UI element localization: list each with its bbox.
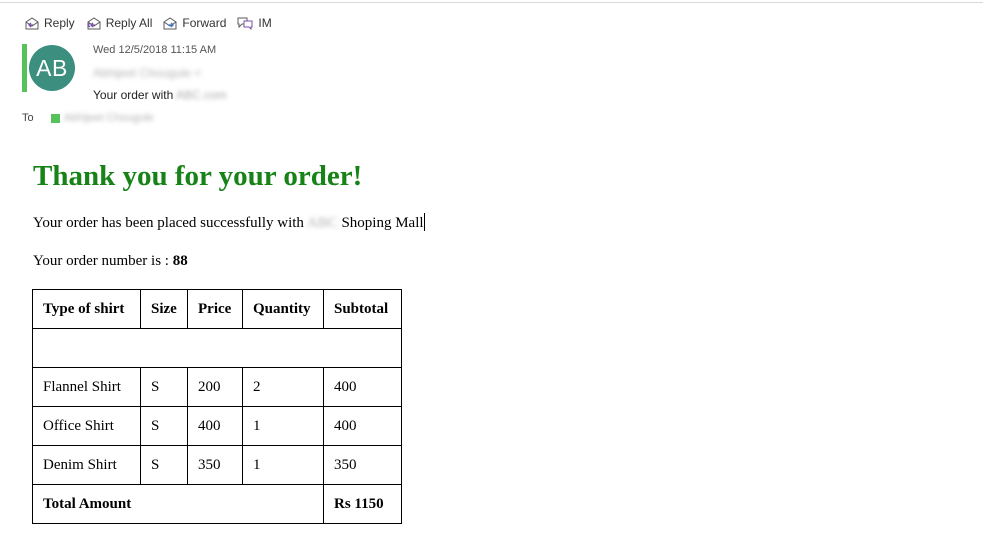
reply-all-label: Reply All <box>105 16 153 30</box>
table-cell: 2 <box>242 367 324 407</box>
reply-all-button[interactable]: Reply All <box>85 15 153 31</box>
recipient-row: To Abhijeet Chougule <box>22 112 154 124</box>
column-header: Subtotal <box>323 289 402 329</box>
column-header: Type of shirt <box>32 289 141 329</box>
sent-date: Wed 12/5/2018 11:15 AM <box>93 44 217 56</box>
table-cell: Office Shirt <box>32 406 141 446</box>
table-cell: 400 <box>323 406 402 446</box>
total-value: Rs 1150 <box>323 484 402 524</box>
table-cell: 350 <box>187 445 243 485</box>
forward-label: Forward <box>182 16 227 30</box>
store-name-redacted: ABC <box>306 215 338 231</box>
top-divider <box>0 2 983 3</box>
forward-icon <box>163 17 177 30</box>
table-cell: S <box>140 445 188 485</box>
table-cell: 1 <box>242 406 324 446</box>
im-label: IM <box>258 16 272 30</box>
table-cell: 350 <box>323 445 402 485</box>
store-suffix: Shoping Mall <box>341 215 424 231</box>
avatar-initials: AB <box>36 54 68 81</box>
thank-you-heading: Thank you for your order! <box>33 160 363 192</box>
column-header: Quantity <box>242 289 324 329</box>
order-number-line: Your order number is : 88 <box>33 252 425 270</box>
reply-label: Reply <box>44 16 75 30</box>
table-row: Office Shirt S 400 1 400 <box>32 406 402 446</box>
reply-all-icon <box>86 17 101 30</box>
message-toolbar: Reply Reply All Forward IM <box>24 13 282 33</box>
subject-redacted: ABC.com <box>175 88 227 102</box>
table-cell: Denim Shirt <box>32 445 141 485</box>
forward-button[interactable]: Forward <box>162 15 226 31</box>
table-row: Flannel Shirt S 200 2 400 <box>32 367 402 407</box>
recipient-name[interactable]: Abhijeet Chougule <box>64 112 154 124</box>
empty-cell <box>32 328 402 368</box>
table-cell: 200 <box>187 367 243 407</box>
order-table: Type of shirt Size Price Quantity Subtot… <box>32 289 402 524</box>
table-cell: S <box>140 406 188 446</box>
to-label: To <box>22 112 34 124</box>
table-cell: 400 <box>323 367 402 407</box>
order-number-value: 88 <box>172 253 188 269</box>
sender-name[interactable]: Abhijeet Chougule < <box>93 66 201 80</box>
im-icon <box>237 17 253 31</box>
confirmation-prefix: Your order has been placed successfully … <box>33 215 304 231</box>
reply-icon <box>25 17 39 30</box>
table-cell: Flannel Shirt <box>32 367 141 407</box>
reply-button[interactable]: Reply <box>24 15 75 31</box>
total-label: Total Amount <box>32 484 324 524</box>
text-cursor <box>423 213 425 231</box>
empty-row <box>32 328 402 368</box>
email-body: Thank you for your order! Your order has… <box>33 158 425 270</box>
sender-accent-bar <box>22 44 27 92</box>
table-cell: 400 <box>187 406 243 446</box>
table-header-row: Type of shirt Size Price Quantity Subtot… <box>32 289 402 329</box>
table-row: Denim Shirt S 350 1 350 <box>32 445 402 485</box>
table-cell: S <box>140 367 188 407</box>
email-subject: Your order with ABC.com <box>93 88 227 102</box>
order-number-label: Your order number is : <box>33 253 169 269</box>
table-cell: 1 <box>242 445 324 485</box>
sender-avatar[interactable]: AB <box>29 45 75 91</box>
column-header: Price <box>187 289 243 329</box>
presence-indicator <box>50 113 60 123</box>
subject-prefix: Your order with <box>93 88 174 102</box>
column-header: Size <box>140 289 188 329</box>
total-row: Total Amount Rs 1150 <box>32 484 402 524</box>
im-button[interactable]: IM <box>236 15 272 31</box>
confirmation-text: Your order has been placed successfully … <box>33 213 425 232</box>
